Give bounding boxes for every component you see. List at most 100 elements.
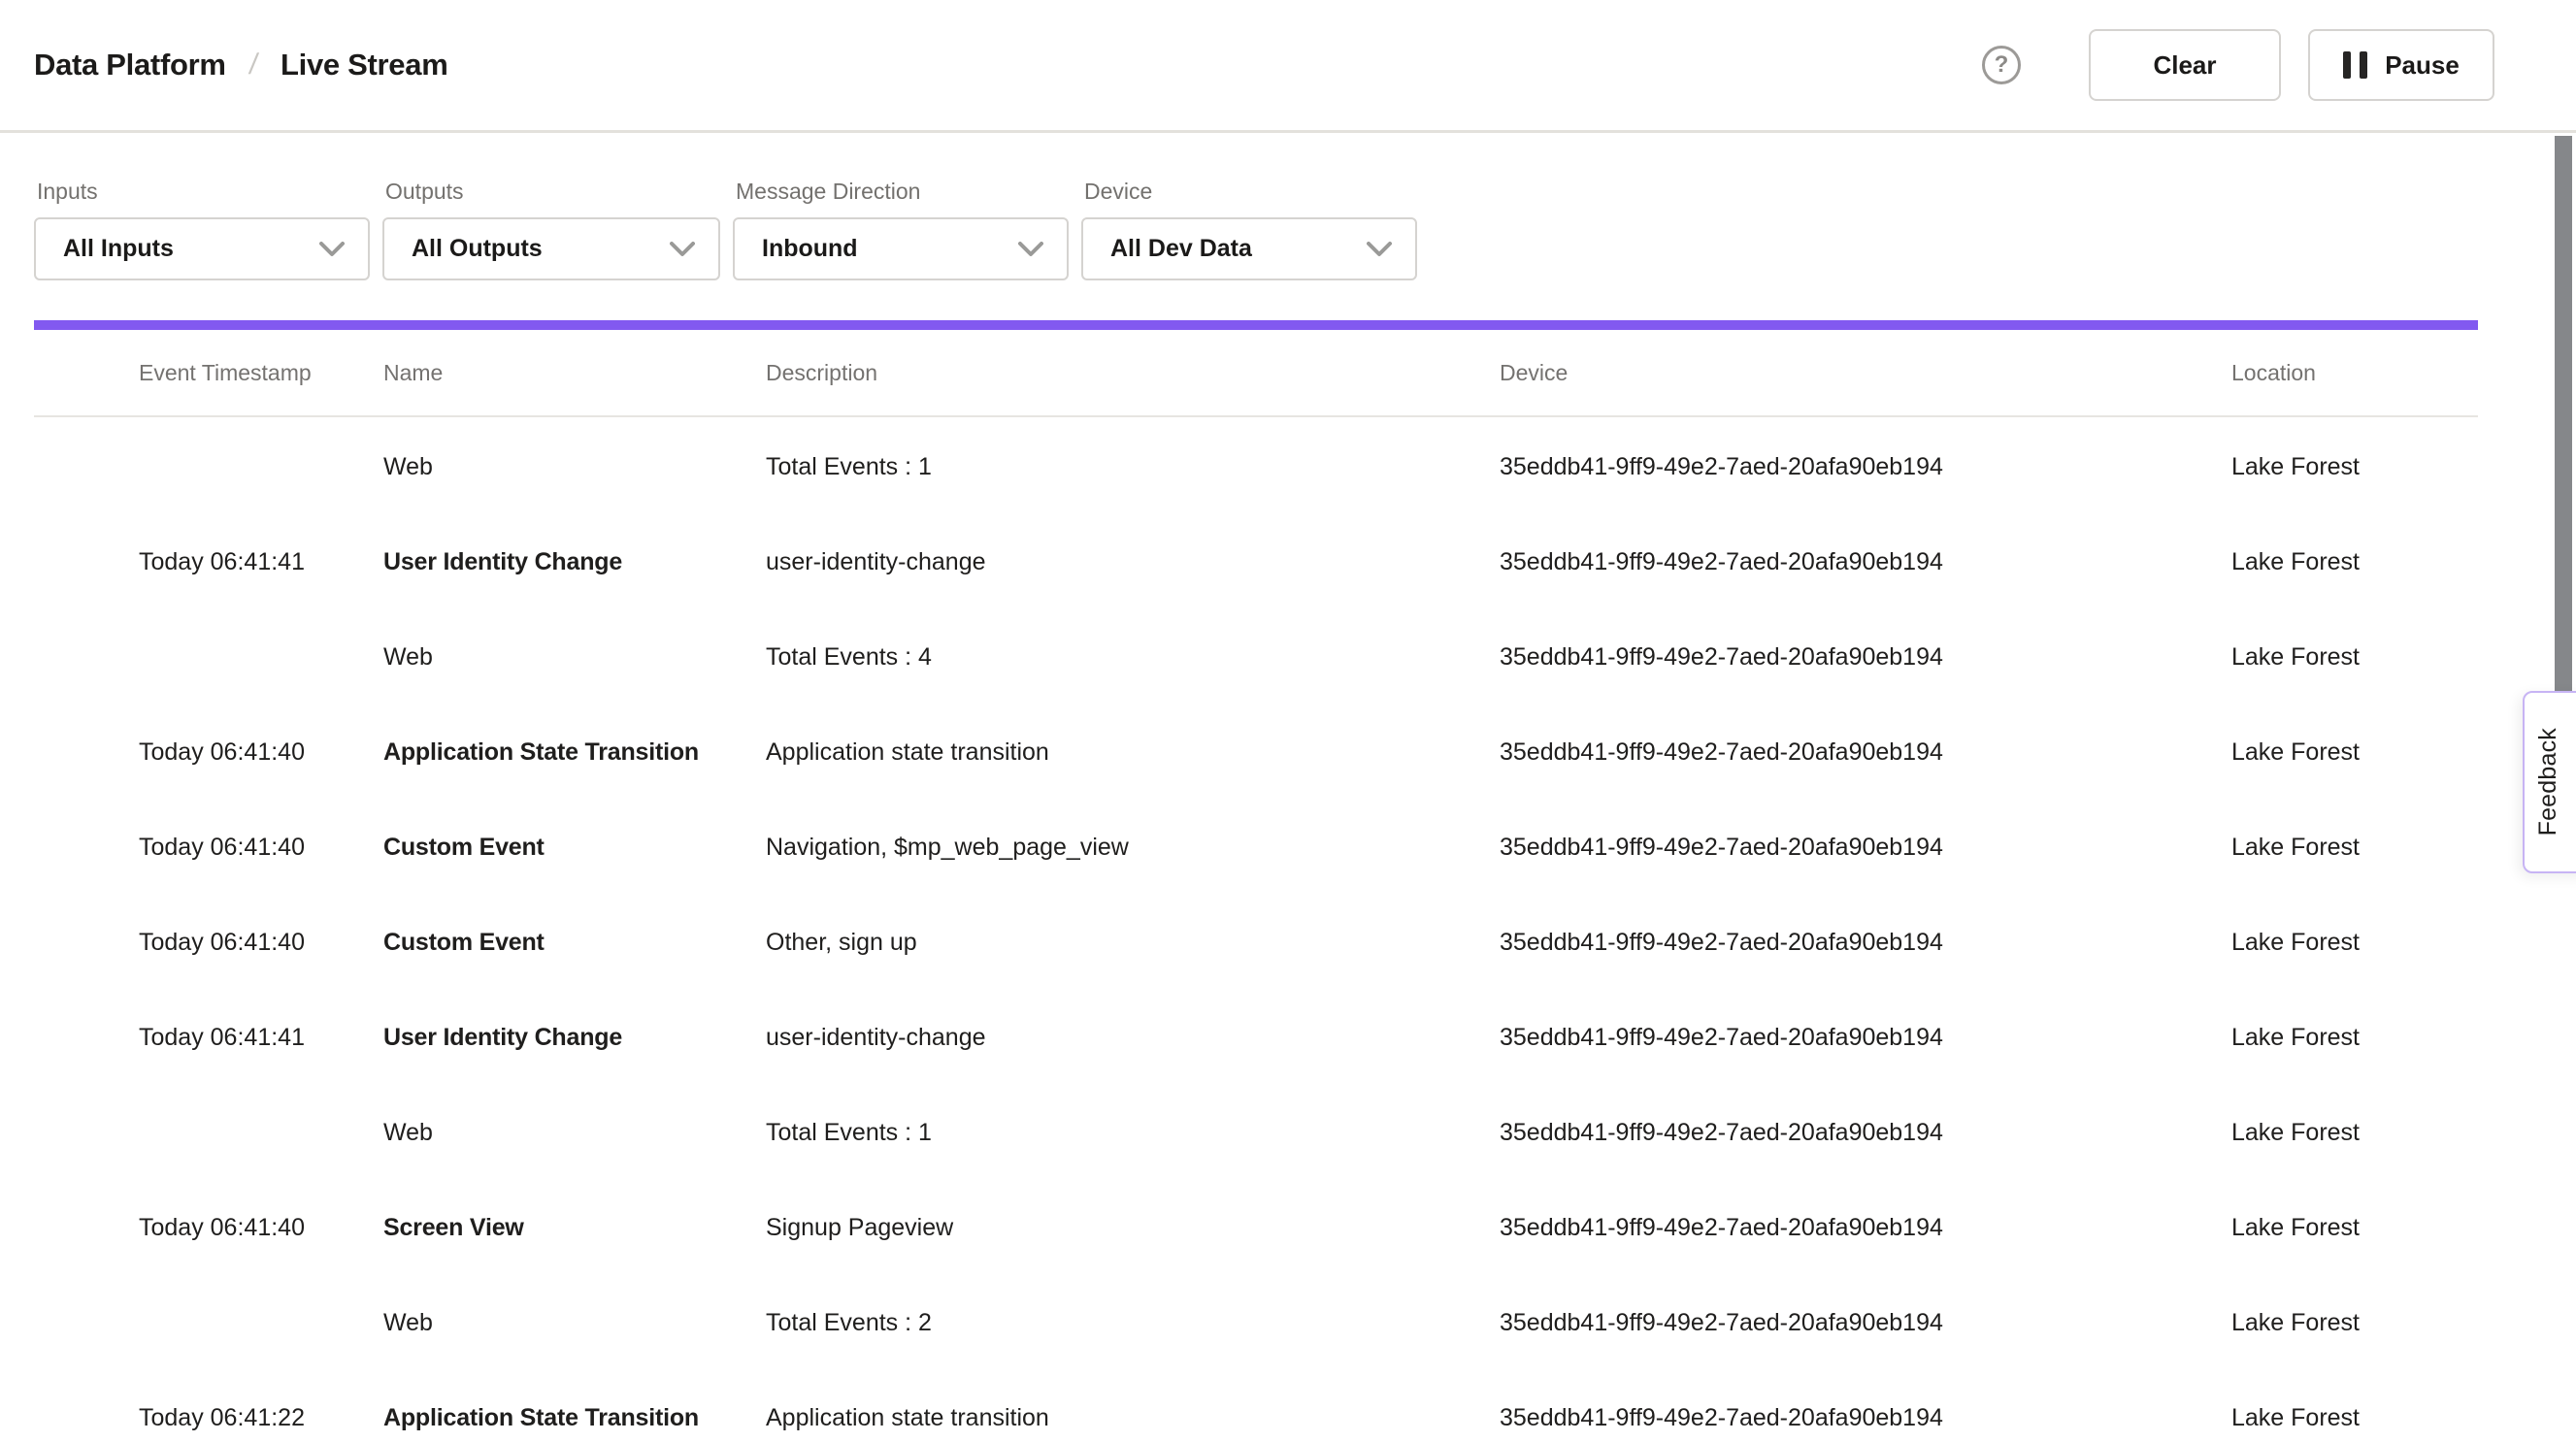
event-description-cell: Navigation, $mp_web_page_view xyxy=(766,834,1500,862)
event-device-cell: 35eddb41-9ff9-49e2-7aed-20afa90eb194 xyxy=(1500,738,2231,767)
event-device-cell: 35eddb41-9ff9-49e2-7aed-20afa90eb194 xyxy=(1500,548,2231,576)
event-device-cell: 35eddb41-9ff9-49e2-7aed-20afa90eb194 xyxy=(1500,1024,2231,1052)
message-direction-select[interactable]: Inbound xyxy=(733,217,1069,280)
event-timestamp-cell: Today 06:41:22 xyxy=(139,1404,383,1432)
event-location-cell: Lake Forest xyxy=(2231,738,2478,767)
inputs-select-value: All Inputs xyxy=(63,235,174,263)
event-name-cell: Application State Transition xyxy=(383,1404,766,1432)
table-row: Today 06:41:41 User Identity Change user… xyxy=(34,514,2478,609)
event-location-cell: Lake Forest xyxy=(2231,1404,2478,1432)
inputs-select[interactable]: All Inputs xyxy=(34,217,370,280)
event-timestamp-cell: Today 06:41:41 xyxy=(139,548,383,576)
event-device-cell: 35eddb41-9ff9-49e2-7aed-20afa90eb194 xyxy=(1500,643,2231,672)
outputs-select[interactable]: All Outputs xyxy=(382,217,720,280)
column-header-event-timestamp: Event Timestamp xyxy=(139,360,383,386)
event-location-cell: Lake Forest xyxy=(2231,548,2478,576)
top-bar: Data Platform / Live Stream ? Clear Paus… xyxy=(0,0,2576,133)
event-description-cell: Application state transition xyxy=(766,738,1500,767)
chevron-down-icon xyxy=(1367,242,1392,257)
event-description-cell: Total Events : 1 xyxy=(766,1119,1500,1147)
table-row: Today 06:41:40 Custom Event Other, sign … xyxy=(34,895,2478,990)
event-location-cell: Lake Forest xyxy=(2231,1024,2478,1052)
chevron-down-icon xyxy=(670,242,695,257)
outputs-filter-label: Outputs xyxy=(385,179,720,205)
chevron-down-icon xyxy=(1018,242,1043,257)
event-timestamp-cell: Today 06:41:40 xyxy=(139,929,383,957)
device-select-value: All Dev Data xyxy=(1110,235,1252,263)
help-icon[interactable]: ? xyxy=(1982,46,2021,84)
device-filter-label: Device xyxy=(1084,179,1417,205)
breadcrumb: Data Platform / Live Stream xyxy=(34,48,447,82)
event-device-cell: 35eddb41-9ff9-49e2-7aed-20afa90eb194 xyxy=(1500,1309,2231,1337)
breadcrumb-parent[interactable]: Data Platform xyxy=(34,48,226,82)
column-header-name: Name xyxy=(383,360,766,386)
event-location-cell: Lake Forest xyxy=(2231,643,2478,672)
chevron-down-icon xyxy=(319,242,345,257)
event-device-cell: 35eddb41-9ff9-49e2-7aed-20afa90eb194 xyxy=(1500,453,2231,481)
filter-message-direction: Message Direction Inbound xyxy=(733,136,1069,280)
live-stream-page: Data Platform / Live Stream ? Clear Paus… xyxy=(0,0,2576,1442)
column-header-location: Location xyxy=(2231,360,2478,386)
event-name-cell: Web xyxy=(383,1309,766,1337)
event-timestamp-cell: Today 06:41:41 xyxy=(139,1024,383,1052)
table-row: Web Total Events : 1 35eddb41-9ff9-49e2-… xyxy=(34,1085,2478,1180)
clear-button[interactable]: Clear xyxy=(2089,29,2281,101)
message-direction-select-value: Inbound xyxy=(762,235,858,263)
event-timestamp-cell: Today 06:41:40 xyxy=(139,834,383,862)
column-header-device: Device xyxy=(1500,360,2231,386)
event-location-cell: Lake Forest xyxy=(2231,1309,2478,1337)
event-timestamp-cell: Today 06:41:40 xyxy=(139,738,383,767)
filter-device: Device All Dev Data xyxy=(1081,136,1417,280)
event-description-cell: Other, sign up xyxy=(766,929,1500,957)
filter-bar: Inputs All Inputs Outputs All Outputs Me… xyxy=(34,136,1417,280)
table-row: Web Total Events : 2 35eddb41-9ff9-49e2-… xyxy=(34,1275,2478,1370)
event-name-cell: Application State Transition xyxy=(383,738,766,767)
event-name-cell: Custom Event xyxy=(383,929,766,957)
top-bar-actions: ? Clear Pause xyxy=(1982,29,2494,101)
event-location-cell: Lake Forest xyxy=(2231,1119,2478,1147)
feedback-tab[interactable]: Feedback xyxy=(2523,691,2576,873)
pause-button-label: Pause xyxy=(2385,50,2460,81)
message-direction-filter-label: Message Direction xyxy=(736,179,1069,205)
table-row: Today 06:41:22 Application State Transit… xyxy=(34,1370,2478,1442)
event-name-cell: Web xyxy=(383,1119,766,1147)
table-row: Today 06:41:41 User Identity Change user… xyxy=(34,990,2478,1085)
event-name-cell: User Identity Change xyxy=(383,1024,766,1052)
event-device-cell: 35eddb41-9ff9-49e2-7aed-20afa90eb194 xyxy=(1500,1214,2231,1242)
event-name-cell: Screen View xyxy=(383,1214,766,1242)
event-device-cell: 35eddb41-9ff9-49e2-7aed-20afa90eb194 xyxy=(1500,834,2231,862)
event-location-cell: Lake Forest xyxy=(2231,834,2478,862)
table-row: Web Total Events : 4 35eddb41-9ff9-49e2-… xyxy=(34,609,2478,705)
table-body: Web Total Events : 1 35eddb41-9ff9-49e2-… xyxy=(34,419,2478,1442)
event-location-cell: Lake Forest xyxy=(2231,1214,2478,1242)
event-timestamp-cell: Today 06:41:40 xyxy=(139,1214,383,1242)
event-device-cell: 35eddb41-9ff9-49e2-7aed-20afa90eb194 xyxy=(1500,1119,2231,1147)
event-location-cell: Lake Forest xyxy=(2231,929,2478,957)
vertical-scrollbar[interactable] xyxy=(2555,136,2572,730)
column-header-description: Description xyxy=(766,360,1500,386)
event-description-cell: Application state transition xyxy=(766,1404,1500,1432)
event-description-cell: user-identity-change xyxy=(766,548,1500,576)
accent-divider xyxy=(34,320,2478,330)
pause-button[interactable]: Pause xyxy=(2308,29,2494,101)
device-select[interactable]: All Dev Data xyxy=(1081,217,1417,280)
event-device-cell: 35eddb41-9ff9-49e2-7aed-20afa90eb194 xyxy=(1500,1404,2231,1432)
table-header: Event Timestamp Name Description Device … xyxy=(34,330,2478,417)
filter-outputs: Outputs All Outputs xyxy=(382,136,720,280)
filter-inputs: Inputs All Inputs xyxy=(34,136,370,280)
event-description-cell: Total Events : 4 xyxy=(766,643,1500,672)
event-description-cell: Total Events : 2 xyxy=(766,1309,1500,1337)
table-row: Today 06:41:40 Screen View Signup Pagevi… xyxy=(34,1180,2478,1275)
feedback-tab-label: Feedback xyxy=(2534,728,2562,836)
inputs-filter-label: Inputs xyxy=(37,179,370,205)
pause-icon xyxy=(2343,51,2367,79)
event-description-cell: Total Events : 1 xyxy=(766,453,1500,481)
page-title: Live Stream xyxy=(281,48,447,82)
table-row: Today 06:41:40 Custom Event Navigation, … xyxy=(34,800,2478,895)
clear-button-label: Clear xyxy=(2153,50,2216,81)
outputs-select-value: All Outputs xyxy=(412,235,543,263)
event-name-cell: Web xyxy=(383,643,766,672)
event-description-cell: user-identity-change xyxy=(766,1024,1500,1052)
event-location-cell: Lake Forest xyxy=(2231,453,2478,481)
table-row: Today 06:41:40 Application State Transit… xyxy=(34,705,2478,800)
